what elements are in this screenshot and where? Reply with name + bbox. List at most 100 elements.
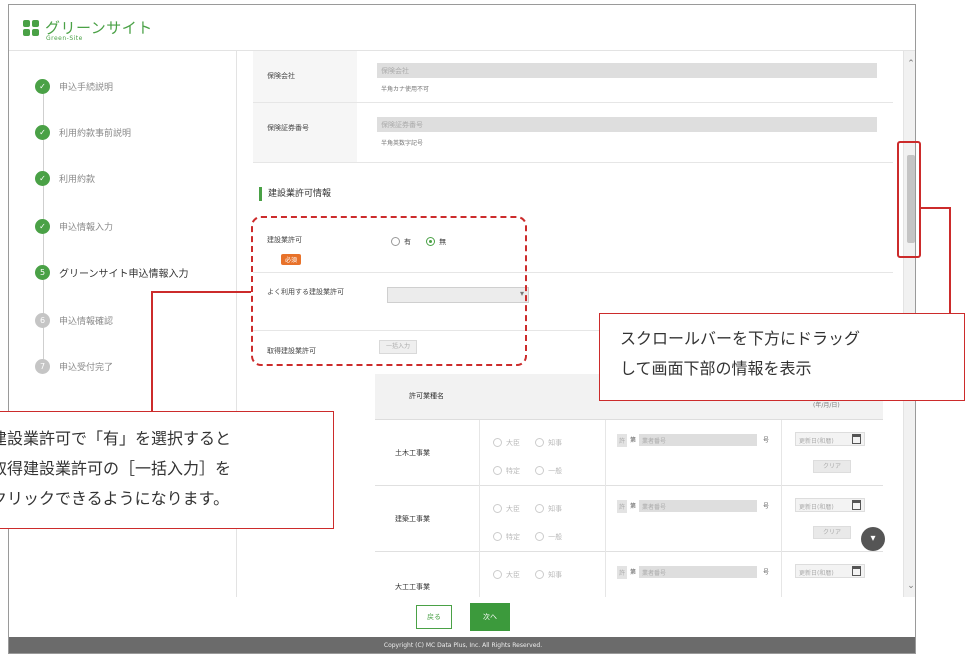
row-permit-name: 建築工事業 xyxy=(395,515,430,523)
permit-prefix: 許 xyxy=(617,500,628,513)
minister-governor-radios: 大臣 知事 xyxy=(493,432,572,451)
radio-icon xyxy=(493,438,502,447)
step-item-3: ✓ 利用約款 xyxy=(35,169,95,187)
highlight-scrollbar-box xyxy=(897,141,921,258)
connector-line xyxy=(921,207,951,209)
calendar-icon[interactable] xyxy=(852,566,861,576)
col-divider xyxy=(605,486,606,552)
chevron-down-icon[interactable]: ⌄ xyxy=(904,581,915,591)
callout-line: クリックできるようになります。 xyxy=(0,489,230,508)
renewal-date-input[interactable]: 更新日(和暦) xyxy=(795,432,865,446)
permit-dai: 第 xyxy=(630,503,637,510)
back-button[interactable]: 戻る xyxy=(416,605,452,629)
col-divider xyxy=(479,486,480,552)
policy-number-hint: 半角英数字記号 xyxy=(381,140,424,147)
minister-radio[interactable]: 大臣 xyxy=(493,570,520,580)
row-permit-name: 大工工事業 xyxy=(395,583,430,591)
step-label: グリーンサイト申込情報入力 xyxy=(59,268,189,280)
radio-icon xyxy=(493,466,502,475)
check-icon: ✓ xyxy=(35,170,50,186)
callout-line: 取得建設業許可の［一括入力］を xyxy=(0,459,232,478)
insurance-company-input[interactable]: 保険会社 xyxy=(377,63,877,78)
logo-icon xyxy=(23,20,39,36)
step-label: 申込情報入力 xyxy=(59,222,114,233)
connector-line xyxy=(151,291,153,412)
action-bar: 戻る 次へ xyxy=(9,597,915,637)
renewal-date-input[interactable]: 更新日(和暦) xyxy=(795,564,865,578)
step-label: 申込情報確認 xyxy=(59,316,114,327)
col-divider xyxy=(781,552,782,597)
minister-radio[interactable]: 大臣 xyxy=(493,504,520,514)
callout-line: スクロールバーを下方にドラッグ xyxy=(620,329,861,348)
step-item-2: ✓ 利用約款事前説明 xyxy=(35,123,131,141)
row-permit-name: 土木工事業 xyxy=(395,449,430,457)
special-radio[interactable]: 特定 xyxy=(493,532,520,542)
permit-go: 号 xyxy=(763,569,770,576)
section-title: 建設業許可情報 xyxy=(259,187,331,201)
permit-number-input[interactable]: 業者番号 xyxy=(639,566,757,578)
policy-number-label: 保険証券番号 xyxy=(267,124,309,132)
permit-prefix: 許 xyxy=(617,434,628,447)
radio-icon xyxy=(493,532,502,541)
calendar-icon[interactable] xyxy=(852,500,861,510)
table-header-date: (年/月/日) xyxy=(813,402,840,409)
step-label: 利用約款 xyxy=(59,174,96,185)
radio-icon xyxy=(535,438,545,447)
table-row: 建築工事業 大臣 知事 特定 一般 許 第 業者番号 号 更新日(和暦) クリア xyxy=(375,486,883,552)
step-label: 申込受付完了 xyxy=(59,362,114,373)
clear-button[interactable]: クリア xyxy=(813,460,851,473)
clear-button[interactable]: クリア xyxy=(813,526,851,539)
footer-copyright: Copyright (C) MC Data Plus, Inc. All Rig… xyxy=(9,637,915,653)
special-radio[interactable]: 特定 xyxy=(493,466,520,476)
special-general-radios: 特定 一般 xyxy=(493,526,572,545)
table-row: 土木工事業 大臣 知事 特定 一般 許 第 業者番号 号 更新日(和暦) クリア xyxy=(375,420,883,486)
scroll-down-button[interactable]: ▾ xyxy=(861,527,885,551)
insurance-company-row: 保険会社 保険会社 半角カナ使用不可 xyxy=(253,51,893,103)
step-number-icon: 7 xyxy=(35,358,50,374)
connector-line xyxy=(151,291,251,293)
col-divider xyxy=(781,420,782,486)
step-label: 利用約款事前説明 xyxy=(59,128,132,139)
governor-radio[interactable]: 知事 xyxy=(535,438,562,448)
step-label: 申込手続説明 xyxy=(59,82,114,93)
minister-radio[interactable]: 大臣 xyxy=(493,438,520,448)
radio-icon xyxy=(493,570,502,579)
step-item-1: ✓ 申込手続説明 xyxy=(35,77,113,95)
general-radio[interactable]: 一般 xyxy=(535,532,562,542)
permit-dai: 第 xyxy=(630,437,637,444)
callout-line: 建設業許可で「有」を選択すると xyxy=(0,429,232,448)
policy-number-row: 保険証券番号 保険証券番号 半角英数字記号 xyxy=(253,103,893,163)
permit-go: 号 xyxy=(763,503,770,510)
minister-governor-radios: 大臣 知事 xyxy=(493,498,572,517)
general-radio[interactable]: 一般 xyxy=(535,466,562,476)
policy-number-input[interactable]: 保険証券番号 xyxy=(377,117,877,132)
step-number-icon: 6 xyxy=(35,312,50,328)
minister-governor-radios: 大臣 知事 xyxy=(493,564,572,583)
renewal-date-input[interactable]: 更新日(和暦) xyxy=(795,498,865,512)
permit-go: 号 xyxy=(763,437,770,444)
check-icon: ✓ xyxy=(35,218,50,234)
governor-radio[interactable]: 知事 xyxy=(535,570,562,580)
insurance-company-label: 保険会社 xyxy=(267,72,295,80)
next-button[interactable]: 次へ xyxy=(470,603,510,631)
permit-prefix: 許 xyxy=(617,566,628,579)
chevron-up-icon[interactable]: ⌃ xyxy=(904,59,915,69)
col-divider xyxy=(781,486,782,552)
chevron-down-icon: ▾ xyxy=(870,533,876,544)
table-row: 大工工事業 大臣 知事 許 第 業者番号 号 更新日(和暦) xyxy=(375,552,883,597)
calendar-icon[interactable] xyxy=(852,434,861,444)
radio-icon xyxy=(535,504,545,513)
special-general-radios: 特定 一般 xyxy=(493,460,572,479)
governor-radio[interactable]: 知事 xyxy=(535,504,562,514)
step-item-4: ✓ 申込情報入力 xyxy=(35,217,113,235)
radio-icon xyxy=(535,532,545,541)
logo-subtext: Green-Site xyxy=(46,35,83,42)
radio-icon xyxy=(535,466,545,475)
table-header-name: 許可業種名 xyxy=(409,392,444,400)
insurance-company-hint: 半角カナ使用不可 xyxy=(381,86,430,93)
col-divider xyxy=(605,420,606,486)
permit-number-input[interactable]: 業者番号 xyxy=(639,500,757,512)
permit-number-input[interactable]: 業者番号 xyxy=(639,434,757,446)
col-divider xyxy=(605,552,606,597)
step-number-icon: 5 xyxy=(35,264,50,280)
